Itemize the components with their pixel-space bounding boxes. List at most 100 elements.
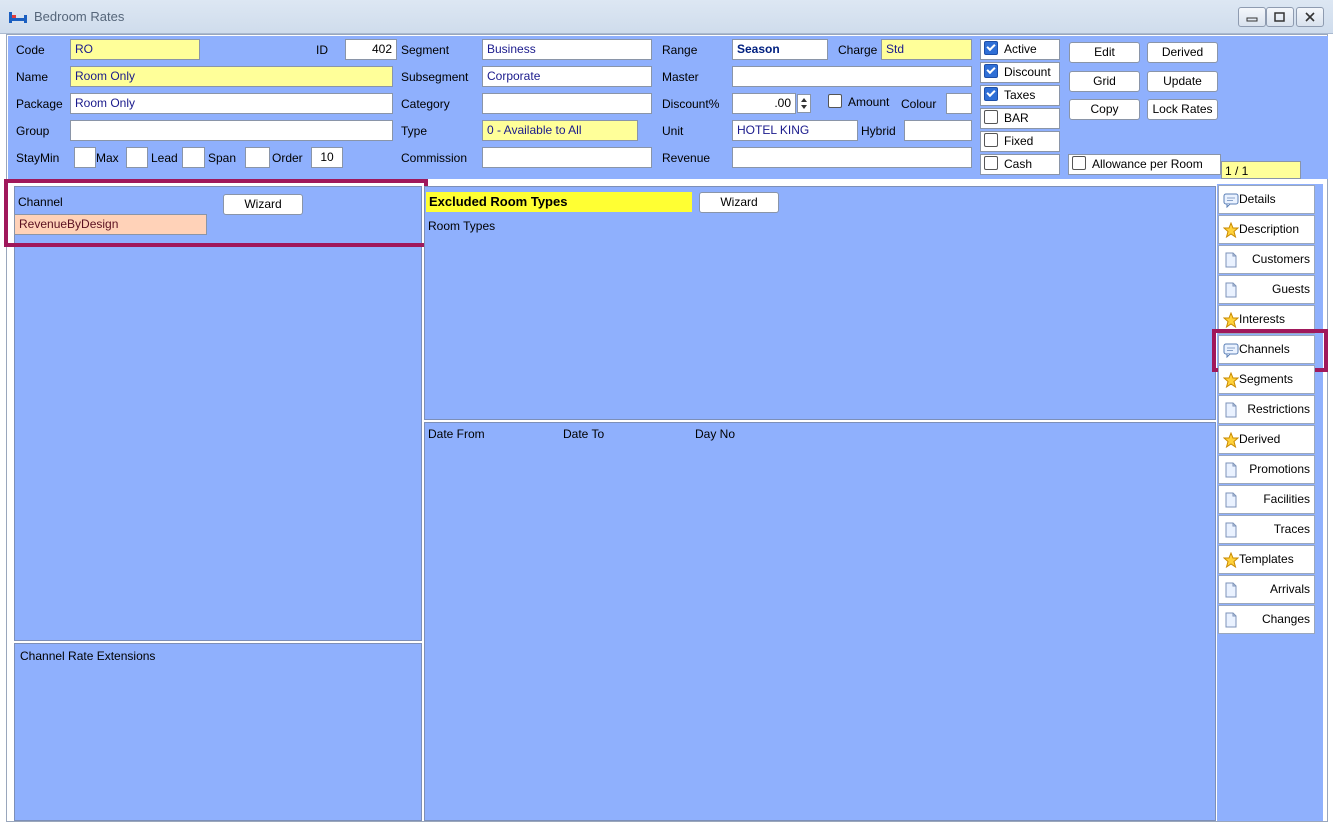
id-field[interactable]: 402 <box>345 39 397 60</box>
max-field[interactable] <box>126 147 148 168</box>
copy-button[interactable]: Copy <box>1069 99 1140 120</box>
tab-derived[interactable]: Derived <box>1218 425 1315 454</box>
lead-field[interactable] <box>182 147 205 168</box>
star-icon <box>1223 432 1239 448</box>
tab-customers[interactable]: Customers <box>1218 245 1315 274</box>
range-field[interactable]: Season <box>732 39 828 60</box>
taxes-label: Taxes <box>1004 88 1036 102</box>
tab-arrivals[interactable]: Arrivals <box>1218 575 1315 604</box>
order-field[interactable]: 10 <box>311 147 343 168</box>
staymin-field[interactable] <box>74 147 96 168</box>
tab-changes[interactable]: Changes <box>1218 605 1315 634</box>
fixed-checkbox[interactable]: Fixed <box>980 131 1060 152</box>
discount-label: Discount <box>1004 65 1051 79</box>
page-icon <box>1225 282 1237 298</box>
active-checkbox[interactable]: Active <box>980 39 1060 60</box>
tab-traces[interactable]: Traces <box>1218 515 1315 544</box>
derived-button[interactable]: Derived <box>1147 42 1218 63</box>
excluded-room-types-title: Excluded Room Types <box>426 192 692 212</box>
code-label: Code <box>16 43 45 57</box>
segment-label: Segment <box>401 43 450 57</box>
rate-header-form: Code RO ID 402 Name Room Only Package Ro… <box>8 36 1328 179</box>
code-field[interactable]: RO <box>70 39 200 60</box>
channel-panel <box>14 186 422 641</box>
channel-wizard-button[interactable]: Wizard <box>223 194 303 215</box>
package-field[interactable]: Room Only <box>70 93 393 114</box>
update-button[interactable]: Update <box>1147 71 1218 92</box>
unit-label: Unit <box>662 124 684 138</box>
lock-rates-button[interactable]: Lock Rates <box>1147 99 1218 120</box>
bar-checkbox-box <box>984 110 998 124</box>
excluded-wizard-button[interactable]: Wizard <box>699 192 779 213</box>
subsegment-field[interactable]: Corporate <box>482 66 652 87</box>
tab-facilities[interactable]: Facilities <box>1218 485 1315 514</box>
charge-field[interactable]: Std <box>881 39 972 60</box>
name-field[interactable]: Room Only <box>70 66 393 87</box>
tab-label: Description <box>1239 222 1300 236</box>
commission-label: Commission <box>401 151 468 165</box>
active-label: Active <box>1004 42 1037 56</box>
grid-button[interactable]: Grid <box>1069 71 1140 92</box>
colour-field[interactable] <box>946 93 972 114</box>
tab-restrictions[interactable]: Restrictions <box>1218 395 1315 424</box>
page-icon <box>1225 462 1237 478</box>
tab-label: Changes <box>1261 612 1310 626</box>
close-button[interactable] <box>1296 7 1324 27</box>
room-types-label: Room Types <box>428 219 496 233</box>
allowance-label: Allowance per Room <box>1092 157 1203 171</box>
page-icon <box>1225 492 1237 508</box>
active-checkbox-box <box>984 41 998 55</box>
cash-checkbox-box <box>984 156 998 170</box>
speech-icon <box>1223 193 1239 208</box>
tab-guests[interactable]: Guests <box>1218 275 1315 304</box>
type-field[interactable]: 0 - Available to All <box>482 120 638 141</box>
staymin-label: StayMin <box>16 151 60 165</box>
page-icon <box>1225 582 1237 598</box>
charge-label: Charge <box>838 43 878 57</box>
amount-checkbox[interactable]: Amount <box>828 93 902 114</box>
star-icon <box>1223 552 1239 568</box>
channel-rate-extensions-panel <box>14 643 422 821</box>
discount-pct-field[interactable]: .00 <box>732 93 796 114</box>
maximize-button[interactable] <box>1266 7 1294 27</box>
discount-pct-label: Discount% <box>662 97 720 111</box>
colour-label: Colour <box>901 97 937 111</box>
date-from-header: Date From <box>428 427 485 441</box>
segment-field[interactable]: Business <box>482 39 652 60</box>
tab-templates[interactable]: Templates <box>1218 545 1315 574</box>
amount-label: Amount <box>848 95 890 109</box>
master-field[interactable] <box>732 66 972 87</box>
hybrid-field[interactable] <box>904 120 972 141</box>
channel-list-item[interactable]: RevenueByDesign <box>14 214 207 235</box>
revenue-field[interactable] <box>732 147 972 168</box>
channel-highlight <box>4 179 428 247</box>
window-titlebar: Bedroom Rates <box>0 0 1333 34</box>
maximize-icon <box>1274 12 1285 22</box>
discount-checkbox[interactable]: Discount <box>980 62 1060 83</box>
category-field[interactable] <box>482 93 652 114</box>
subsegment-label: Subsegment <box>401 70 469 84</box>
allowance-per-room-checkbox[interactable]: Allowance per Room <box>1068 154 1221 175</box>
edit-button[interactable]: Edit <box>1069 42 1140 63</box>
cash-checkbox[interactable]: Cash <box>980 154 1060 175</box>
unit-field[interactable]: HOTEL KING <box>732 120 858 141</box>
dates-panel <box>424 422 1216 821</box>
discount-spinner[interactable] <box>797 94 811 113</box>
span-field[interactable] <box>245 147 270 168</box>
taxes-checkbox[interactable]: Taxes <box>980 85 1060 106</box>
tab-description[interactable]: Description <box>1218 215 1315 244</box>
channel-rate-extensions-label: Channel Rate Extensions <box>20 649 156 663</box>
tab-segments[interactable]: Segments <box>1218 365 1315 394</box>
tab-label: Customers <box>1251 252 1310 266</box>
bar-checkbox[interactable]: BAR <box>980 108 1060 129</box>
span-label: Span <box>208 151 237 165</box>
max-label: Max <box>96 151 119 165</box>
minimize-button[interactable] <box>1238 7 1266 27</box>
tab-label: Details <box>1239 192 1276 206</box>
date-to-header: Date To <box>563 427 605 441</box>
commission-field[interactable] <box>482 147 652 168</box>
tab-details[interactable]: Details <box>1218 185 1315 214</box>
tab-promotions[interactable]: Promotions <box>1218 455 1315 484</box>
package-label: Package <box>16 97 63 111</box>
group-field[interactable] <box>70 120 393 141</box>
